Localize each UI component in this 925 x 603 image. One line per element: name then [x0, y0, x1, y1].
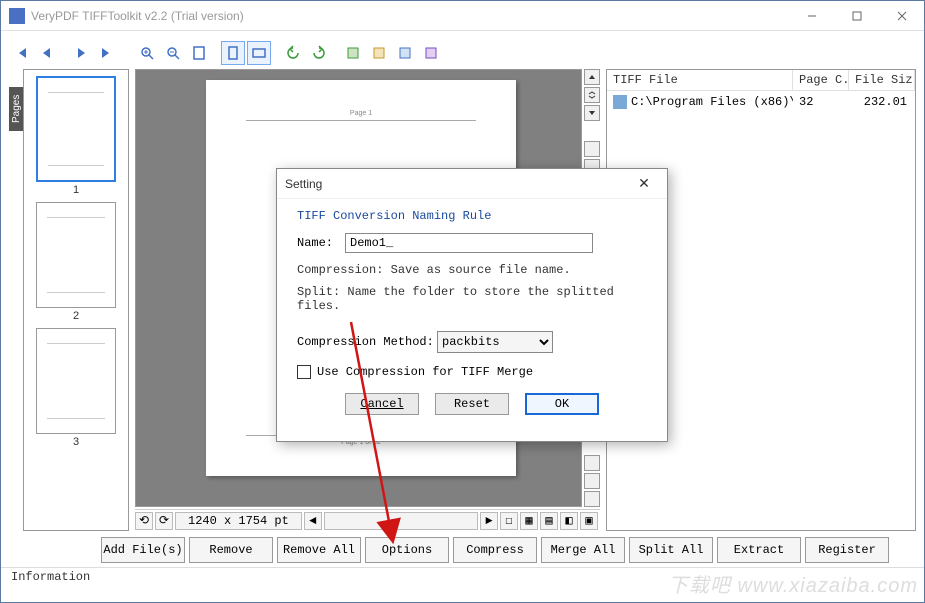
- status-btn-2[interactable]: ⟳: [155, 512, 173, 530]
- thumbnail-3[interactable]: [36, 328, 116, 434]
- extract-button[interactable]: Extract: [717, 537, 801, 563]
- actual-size-button[interactable]: [187, 41, 211, 65]
- remove-button[interactable]: Remove: [189, 537, 273, 563]
- col-header-file[interactable]: TIFF File: [607, 70, 793, 90]
- split-hint: Split: Name the folder to store the spli…: [297, 285, 647, 313]
- table-row[interactable]: C:\Program Files (x86)\Ver... 32 232.01: [607, 91, 915, 113]
- window-title: VeryPDF TIFFToolkit v2.2 (Trial version): [31, 9, 789, 23]
- toolbar-main: [135, 37, 600, 69]
- status-btn-a[interactable]: ☐: [500, 512, 518, 530]
- side-tool-a[interactable]: [584, 141, 600, 157]
- method-select[interactable]: packbits: [437, 331, 553, 353]
- dialog-titlebar: Setting ✕: [277, 169, 667, 199]
- file-table-header: TIFF File Page C... File Siz: [607, 70, 915, 91]
- dialog-cancel-button[interactable]: Cancel: [345, 393, 419, 415]
- compress-button[interactable]: Compress: [453, 537, 537, 563]
- side-tool-f[interactable]: [584, 455, 600, 471]
- settings-dialog: Setting ✕ TIFF Conversion Naming Rule Na…: [276, 168, 668, 442]
- fit-page-button[interactable]: [221, 41, 245, 65]
- status-btn-d[interactable]: ◧: [560, 512, 578, 530]
- titlebar: VeryPDF TIFFToolkit v2.2 (Trial version): [1, 1, 924, 31]
- merge-all-button[interactable]: Merge All: [541, 537, 625, 563]
- tool-button-3[interactable]: [393, 41, 417, 65]
- cell-fsize: 232.01: [849, 93, 915, 111]
- preview-top-label: Page 1: [350, 110, 372, 117]
- cell-pagec: 32: [793, 93, 849, 111]
- dialog-ok-button[interactable]: OK: [525, 393, 599, 415]
- register-button[interactable]: Register: [805, 537, 889, 563]
- hscroll-track[interactable]: [324, 512, 478, 530]
- last-page-button[interactable]: [95, 41, 119, 65]
- dialog-reset-button[interactable]: Reset: [435, 393, 509, 415]
- fit-width-button[interactable]: [247, 41, 271, 65]
- dialog-group-label: TIFF Conversion Naming Rule: [297, 209, 647, 223]
- toolbar-left: [9, 37, 129, 69]
- thumbnails-column: Pages 1 2 3: [9, 37, 129, 531]
- status-bar: ⟲ ⟳ 1240 x 1754 pt ◄ ► ☐ ▦ ▤ ◧ ▣: [135, 509, 600, 531]
- first-page-button[interactable]: [9, 41, 33, 65]
- maximize-button[interactable]: [834, 1, 879, 31]
- col-header-fsize[interactable]: File Siz: [849, 70, 915, 90]
- next-page-button[interactable]: [69, 41, 93, 65]
- side-up-button[interactable]: [584, 69, 600, 85]
- dialog-title: Setting: [285, 177, 322, 191]
- compression-hint: Compression: Save as source file name.: [297, 263, 647, 277]
- method-label: Compression Method:: [297, 335, 437, 349]
- use-compression-label: Use Compression for TIFF Merge: [317, 365, 533, 379]
- side-down-button[interactable]: [584, 105, 600, 121]
- side-tool-g[interactable]: [584, 473, 600, 489]
- status-btn-c[interactable]: ▤: [540, 512, 558, 530]
- thumbnail-2[interactable]: [36, 202, 116, 308]
- tool-button-4[interactable]: [419, 41, 443, 65]
- status-btn-b[interactable]: ▦: [520, 512, 538, 530]
- col-header-pagec[interactable]: Page C...: [793, 70, 849, 90]
- use-compression-checkbox[interactable]: [297, 365, 311, 379]
- cell-file: C:\Program Files (x86)\Ver...: [607, 93, 793, 111]
- hscroll-left[interactable]: ◄: [304, 512, 322, 530]
- side-scroll-button[interactable]: [584, 87, 600, 103]
- app-icon: [9, 8, 25, 24]
- dialog-close-button[interactable]: ✕: [629, 175, 659, 192]
- bottom-button-bar: Add File(s) Remove Remove All Options Co…: [1, 531, 924, 567]
- side-tool-h[interactable]: [584, 491, 600, 507]
- thumbnail-2-label: 2: [24, 310, 128, 322]
- split-all-button[interactable]: Split All: [629, 537, 713, 563]
- status-btn-1[interactable]: ⟲: [135, 512, 153, 530]
- watermark: 下载吧 www.xiazaiba.com: [668, 569, 918, 598]
- name-label: Name:: [297, 236, 345, 250]
- thumbnail-1[interactable]: [36, 76, 116, 182]
- rotate-left-button[interactable]: [281, 41, 305, 65]
- prev-page-button[interactable]: [35, 41, 59, 65]
- thumbnail-3-label: 3: [24, 436, 128, 448]
- hscroll-right[interactable]: ►: [480, 512, 498, 530]
- tool-button-1[interactable]: [341, 41, 365, 65]
- name-input[interactable]: [345, 233, 593, 253]
- file-icon: [613, 95, 627, 109]
- zoom-in-button[interactable]: [135, 41, 159, 65]
- options-button[interactable]: Options: [365, 537, 449, 563]
- add-files-button[interactable]: Add File(s): [101, 537, 185, 563]
- minimize-button[interactable]: [789, 1, 834, 31]
- status-dimensions: 1240 x 1754 pt: [175, 512, 302, 530]
- rotate-right-button[interactable]: [307, 41, 331, 65]
- zoom-out-button[interactable]: [161, 41, 185, 65]
- thumbnail-1-label: 1: [24, 184, 128, 196]
- thumbnails-list[interactable]: 1 2 3: [23, 69, 129, 531]
- status-btn-e[interactable]: ▣: [580, 512, 598, 530]
- remove-all-button[interactable]: Remove All: [277, 537, 361, 563]
- tool-button-2[interactable]: [367, 41, 391, 65]
- pages-tab[interactable]: Pages: [9, 87, 23, 131]
- close-button[interactable]: [879, 1, 924, 31]
